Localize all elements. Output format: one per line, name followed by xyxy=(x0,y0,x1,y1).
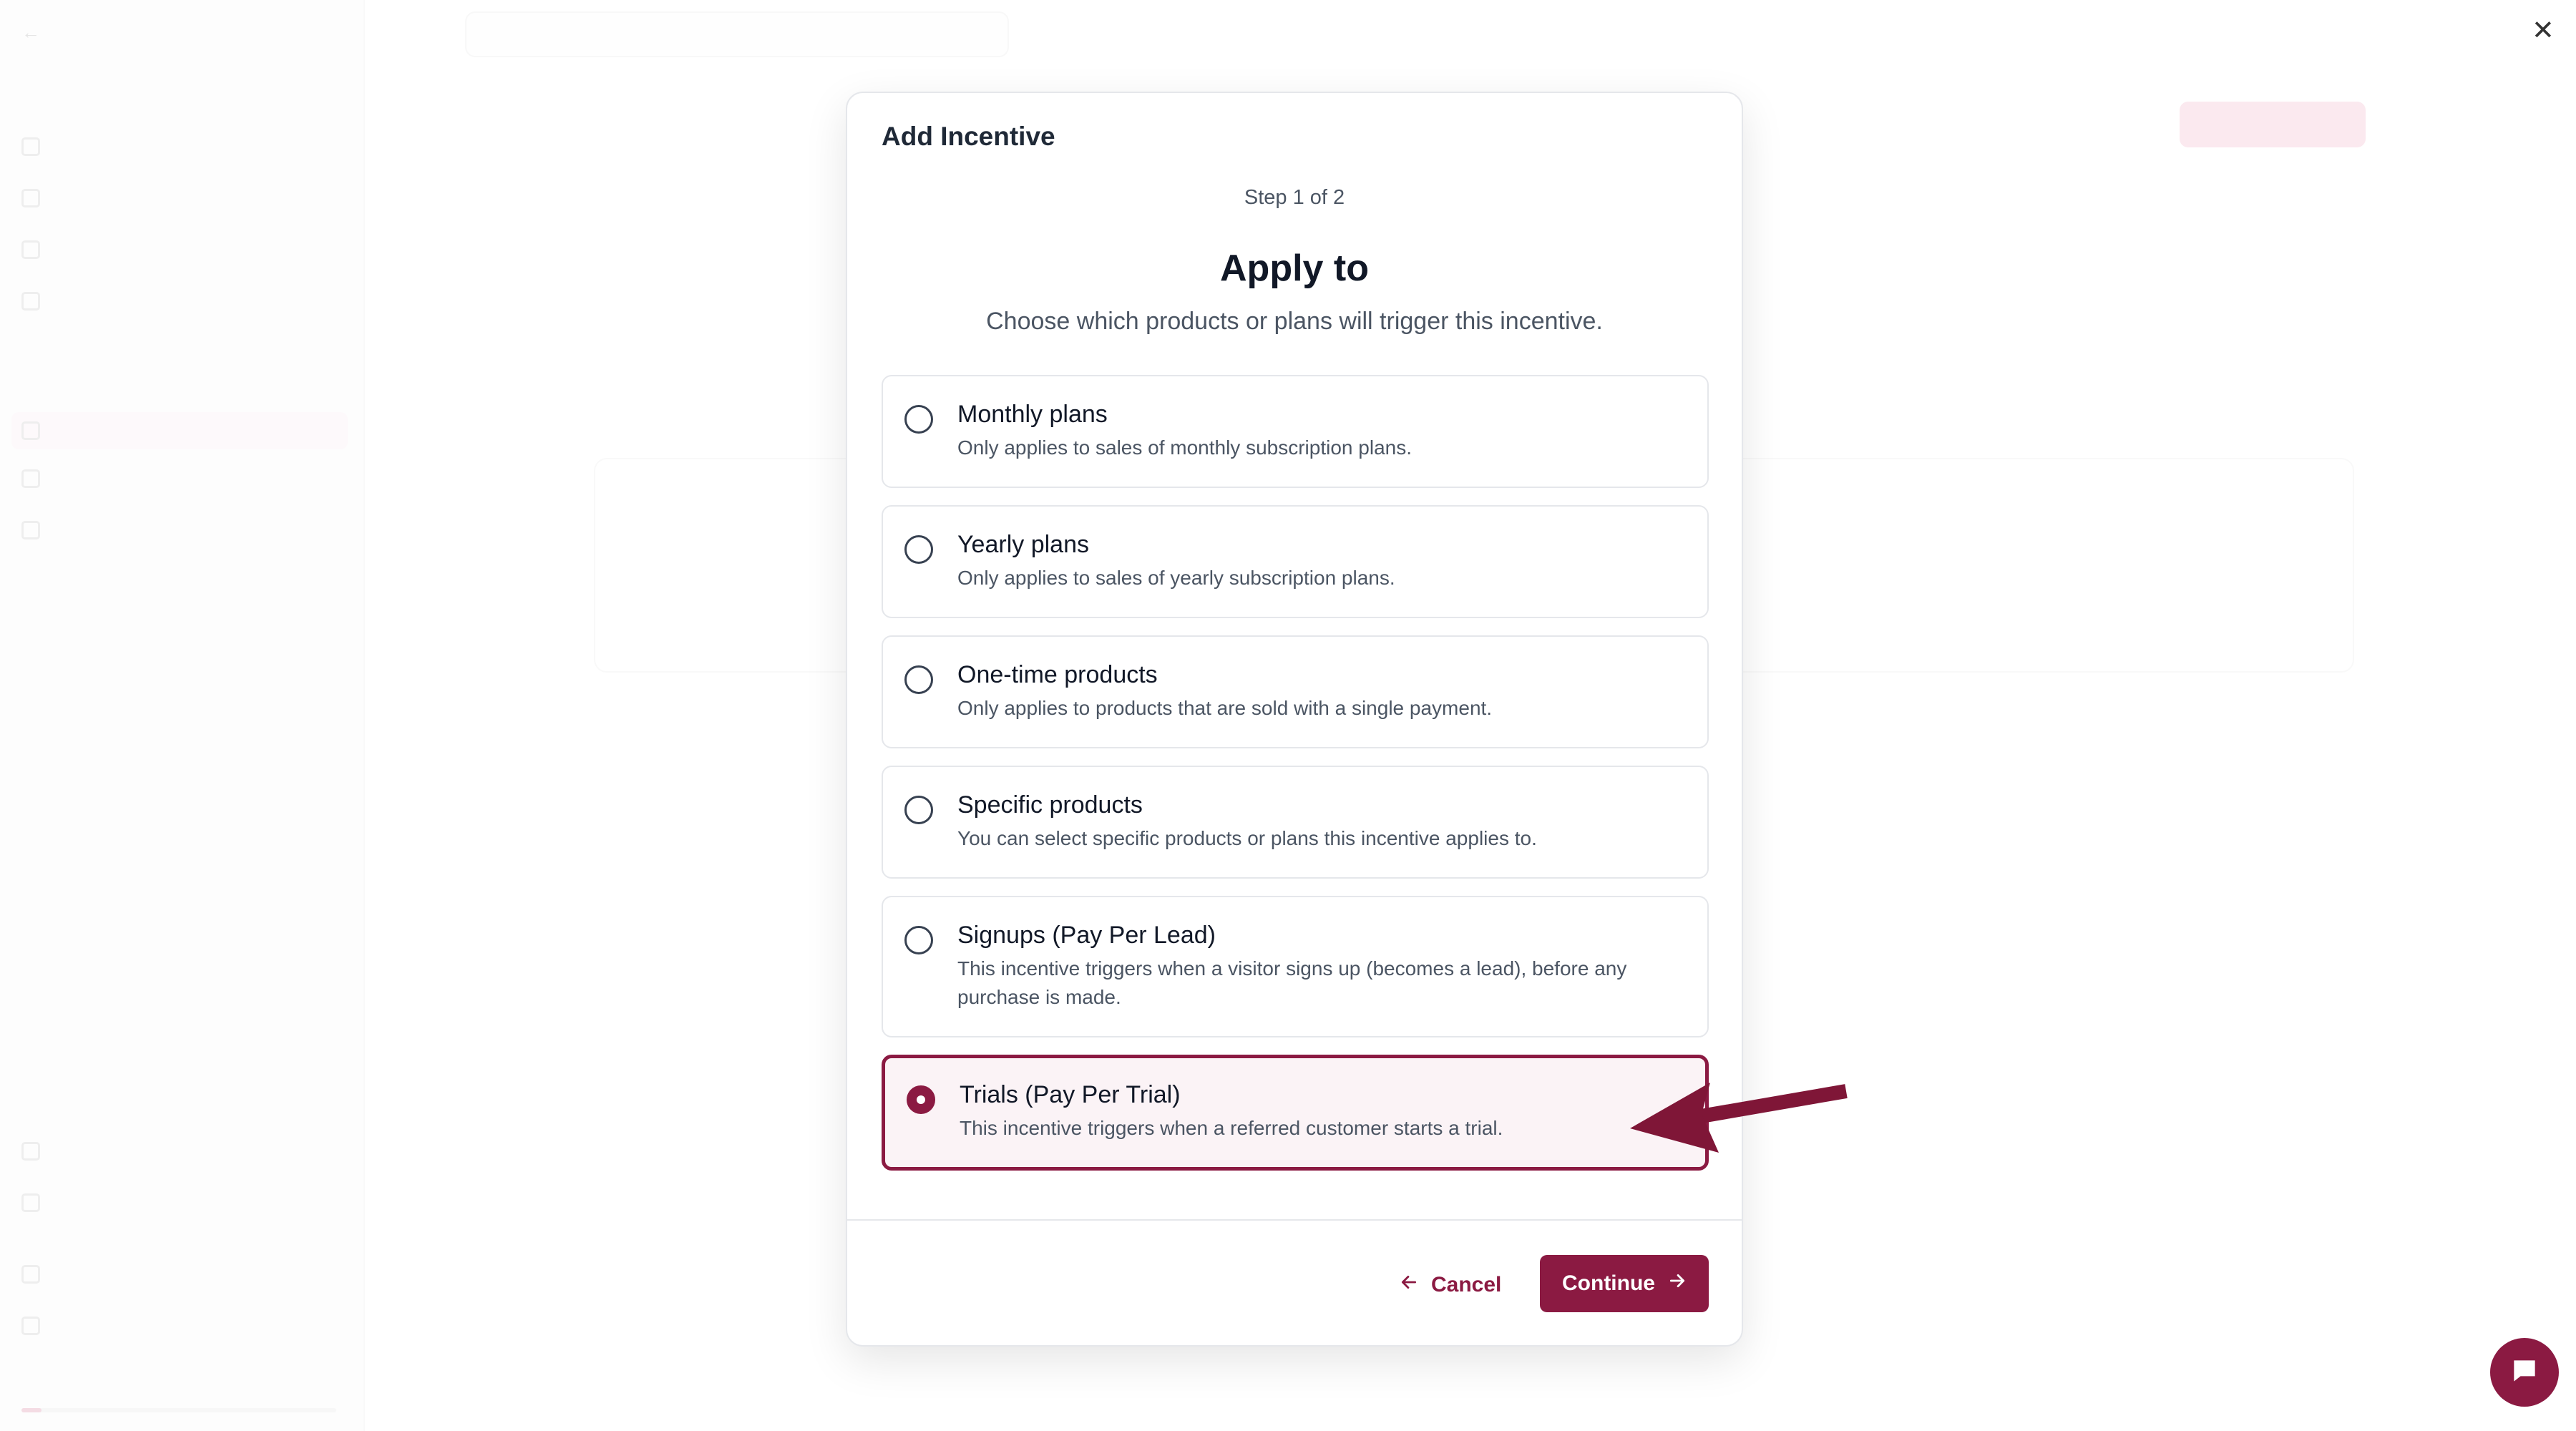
arrow-right-icon xyxy=(1668,1271,1687,1296)
radio-button-selected[interactable] xyxy=(907,1085,935,1114)
radio-button[interactable] xyxy=(904,535,933,564)
option-description: You can select specific products or plan… xyxy=(957,827,1537,849)
chat-button[interactable] xyxy=(2490,1338,2559,1407)
option-signups-pay-per-lead[interactable]: Signups (Pay Per Lead) This incentive tr… xyxy=(882,896,1709,1037)
option-description: Only applies to sales of yearly subscrip… xyxy=(957,567,1395,589)
option-description: This incentive triggers when a visitor s… xyxy=(957,957,1627,1008)
continue-button[interactable]: Continue xyxy=(1540,1255,1709,1312)
option-label: Monthly plans xyxy=(957,401,1108,428)
option-description: Only applies to sales of monthly subscri… xyxy=(957,436,1412,459)
cancel-button[interactable]: Cancel xyxy=(1400,1256,1501,1314)
footer-divider xyxy=(847,1219,1742,1221)
option-monthly-plans[interactable]: Monthly plans Only applies to sales of m… xyxy=(882,375,1709,488)
option-label: Specific products xyxy=(957,791,1143,819)
radio-button[interactable] xyxy=(904,796,933,824)
option-label: One-time products xyxy=(957,661,1158,688)
option-specific-products[interactable]: Specific products You can select specifi… xyxy=(882,766,1709,879)
option-label: Yearly plans xyxy=(957,531,1089,558)
option-trials-pay-per-trial[interactable]: Trials (Pay Per Trial) This incentive tr… xyxy=(882,1055,1709,1171)
option-description: This incentive triggers when a referred … xyxy=(960,1117,1503,1139)
chat-icon xyxy=(2509,1355,2540,1390)
annotation-arrow-icon xyxy=(1630,1083,1848,1153)
option-label: Signups (Pay Per Lead) xyxy=(957,922,1216,949)
radio-button[interactable] xyxy=(904,405,933,434)
page: ← ✕ Add Incentive Step 1 of 2 Apply to C… xyxy=(0,0,2576,1431)
option-one-time-products[interactable]: One-time products Only applies to produc… xyxy=(882,635,1709,748)
section-heading: Apply to xyxy=(1220,248,1369,289)
step-indicator: Step 1 of 2 xyxy=(1244,186,1345,209)
continue-label: Continue xyxy=(1562,1271,1655,1295)
radio-button[interactable] xyxy=(904,926,933,954)
cancel-label: Cancel xyxy=(1431,1273,1502,1296)
close-icon[interactable]: ✕ xyxy=(2532,17,2555,44)
arrow-left-icon xyxy=(1400,1273,1418,1297)
radio-button[interactable] xyxy=(904,665,933,694)
option-description: Only applies to products that are sold w… xyxy=(957,697,1493,719)
option-label: Trials (Pay Per Trial) xyxy=(960,1081,1181,1108)
add-incentive-dialog: Add Incentive Step 1 of 2 Apply to Choos… xyxy=(846,92,1743,1347)
section-description: Choose which products or plans will trig… xyxy=(986,308,1603,335)
dialog-title: Add Incentive xyxy=(882,122,1055,151)
option-yearly-plans[interactable]: Yearly plans Only applies to sales of ye… xyxy=(882,505,1709,618)
